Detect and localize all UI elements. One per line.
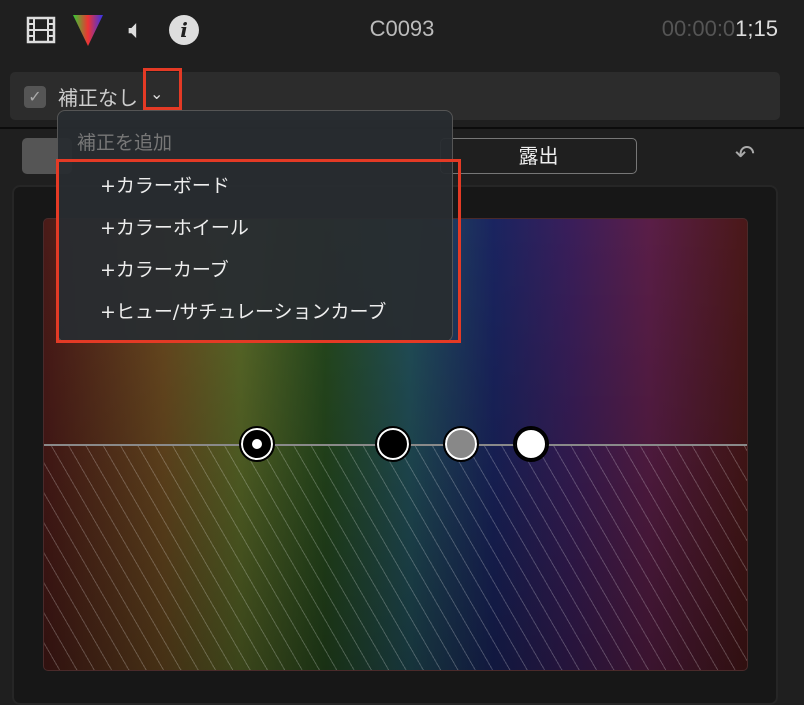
reset-icon[interactable]: ↶ <box>735 140 755 168</box>
highlight-box-chevron <box>143 68 182 110</box>
timecode-value: 1;15 <box>735 16 778 41</box>
puck-midtones[interactable] <box>443 426 479 462</box>
correction-checkbox[interactable]: ✓ <box>24 86 46 108</box>
tab-exposure[interactable]: 露出 <box>440 138 637 174</box>
hatch-area <box>44 445 747 670</box>
puck-global[interactable] <box>239 426 275 462</box>
puck-highlights[interactable] <box>513 426 549 462</box>
menu-header: 補正を追加 <box>77 132 173 154</box>
timecode: 00:00:01;15 <box>662 16 778 42</box>
puck-shadows[interactable] <box>375 426 411 462</box>
highlight-box-menu <box>56 159 461 343</box>
timecode-dim: 00:00:0 <box>661 16 736 41</box>
correction-label: 補正なし <box>58 86 138 110</box>
